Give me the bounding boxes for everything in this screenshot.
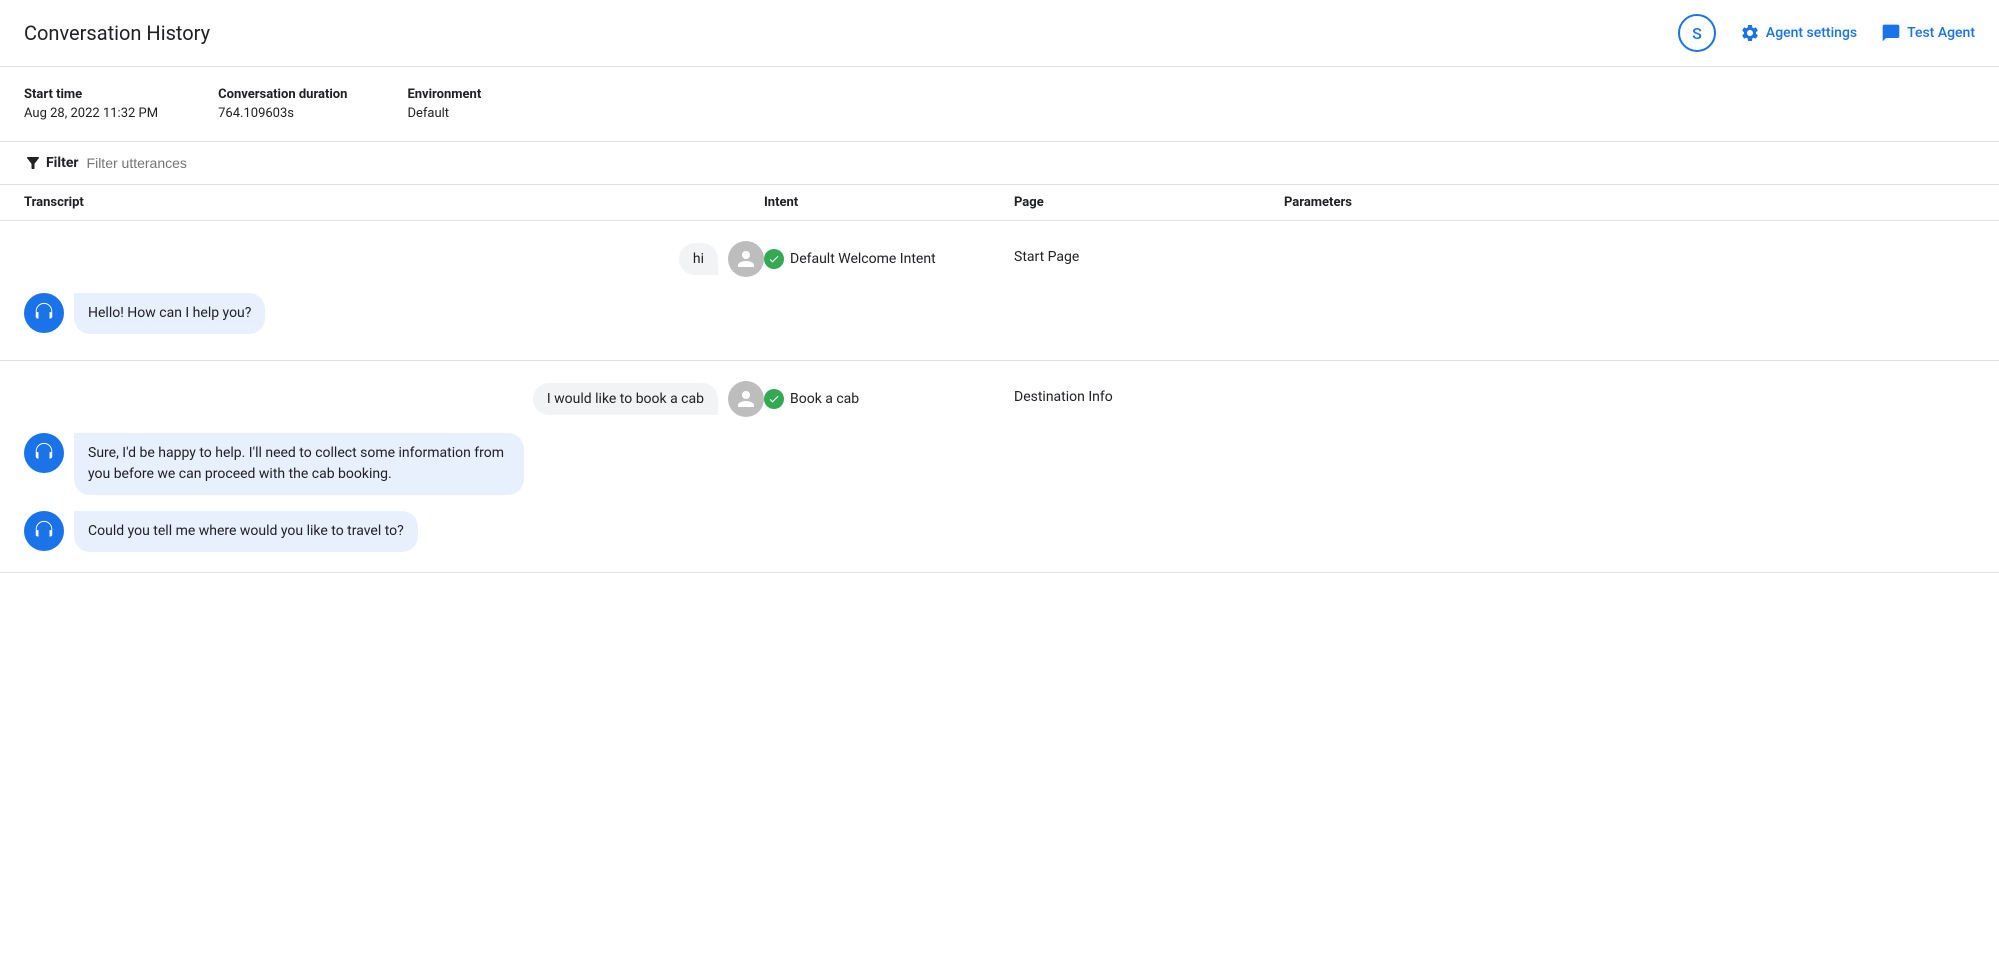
gear-icon [1740, 23, 1760, 43]
agent-message-2a: Sure, I'd be happy to help. I'll need to… [24, 433, 764, 495]
user-message-2: I would like to book a cab [24, 381, 764, 417]
filter-label: Filter [46, 155, 79, 171]
table-row: hi Hello! How can I help you? [0, 221, 1999, 361]
check-icon-2 [764, 389, 784, 409]
intent-label-1: Default Welcome Intent [790, 251, 936, 267]
page-value-2: Destination Info [1014, 389, 1113, 405]
top-bar: Conversation History S Agent settings Te… [0, 0, 1999, 67]
meta-start-time: Start time Aug 28, 2022 11:32 PM [24, 87, 158, 121]
agent-settings-label: Agent settings [1766, 25, 1857, 41]
col-intent: Intent [764, 195, 1014, 210]
agent-bubble-2b: Could you tell me where would you like t… [74, 511, 418, 552]
intent-col-2: Book a cab [764, 381, 1014, 409]
agent-bubble-1: Hello! How can I help you? [74, 293, 265, 334]
intent-label-2: Book a cab [790, 391, 859, 407]
transcript-col-1: hi Hello! How can I help you? [24, 241, 764, 334]
col-page: Page [1014, 195, 1284, 210]
user-avatar-1 [728, 241, 764, 277]
table-row: I would like to book a cab Sure, I'd be … [0, 361, 1999, 573]
filter-input[interactable] [87, 155, 387, 171]
page-title: Conversation History [24, 21, 210, 45]
user-message-1: hi [24, 241, 764, 277]
duration-label: Conversation duration [218, 87, 347, 102]
chat-icon [1881, 23, 1901, 43]
agent-avatar-2b [24, 511, 64, 551]
col-transcript: Transcript [24, 195, 764, 210]
top-bar-actions: S Agent settings Test Agent [1678, 14, 1975, 52]
headphone-icon [33, 302, 55, 324]
meta-row: Start time Aug 28, 2022 11:32 PM Convers… [0, 67, 1999, 142]
checkmark-icon [768, 253, 780, 265]
environment-label: Environment [407, 87, 481, 102]
agent-avatar-2a [24, 433, 64, 473]
user-bubble-2: I would like to book a cab [533, 383, 718, 415]
user-bubble-1: hi [679, 243, 718, 275]
agent-avatar-1 [24, 293, 64, 333]
transcript-col-2: I would like to book a cab Sure, I'd be … [24, 381, 764, 552]
meta-environment: Environment Default [407, 87, 481, 121]
test-agent-label: Test Agent [1907, 25, 1975, 41]
filter-icon [24, 154, 42, 172]
page-value-1: Start Page [1014, 249, 1079, 265]
test-agent-link[interactable]: Test Agent [1881, 23, 1975, 43]
meta-duration: Conversation duration 764.109603s [218, 87, 347, 121]
col-parameters: Parameters [1284, 195, 1975, 210]
start-time-label: Start time [24, 87, 158, 102]
start-time-value: Aug 28, 2022 11:32 PM [24, 106, 158, 121]
agent-message-1: Hello! How can I help you? [24, 293, 764, 334]
person-icon [736, 249, 756, 269]
headphone-icon [33, 442, 55, 464]
filter-row: Filter [0, 142, 1999, 185]
filter-icon-wrapper: Filter [24, 154, 79, 172]
user-avatar-2 [728, 381, 764, 417]
person-icon [736, 389, 756, 409]
check-icon-1 [764, 249, 784, 269]
intent-badge-1: Default Welcome Intent [764, 249, 936, 269]
headphone-icon [33, 520, 55, 542]
agent-bubble-2a: Sure, I'd be happy to help. I'll need to… [74, 433, 524, 495]
page-col-1: Start Page [1014, 241, 1284, 265]
agent-message-2b: Could you tell me where would you like t… [24, 511, 764, 552]
page-col-2: Destination Info [1014, 381, 1284, 405]
params-col-1 [1284, 241, 1975, 249]
params-col-2 [1284, 381, 1975, 389]
intent-badge-2: Book a cab [764, 389, 859, 409]
agent-settings-link[interactable]: Agent settings [1740, 23, 1857, 43]
table-header: Transcript Intent Page Parameters [0, 185, 1999, 221]
checkmark-icon [768, 393, 780, 405]
duration-value: 764.109603s [218, 106, 347, 121]
intent-col-1: Default Welcome Intent [764, 241, 1014, 269]
environment-value: Default [407, 106, 481, 121]
user-avatar-circle: S [1678, 14, 1716, 52]
